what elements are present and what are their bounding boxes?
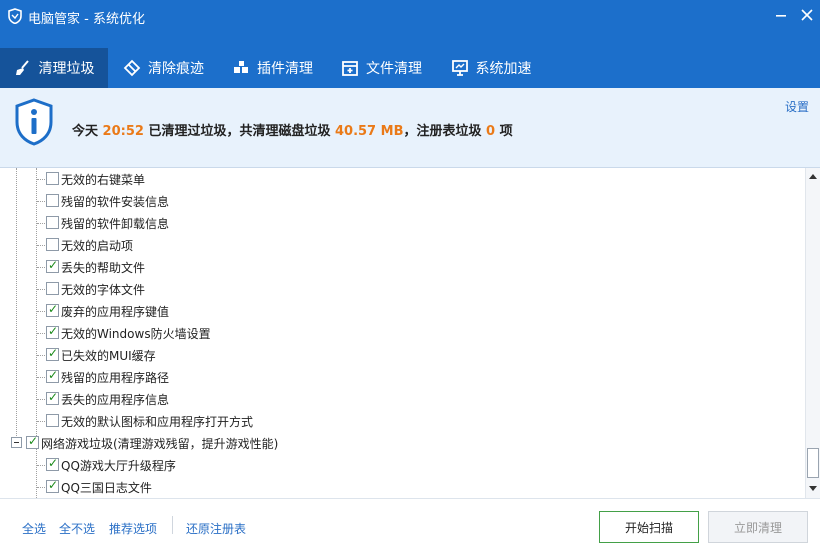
tree-item[interactable]: 无效的启动项 bbox=[0, 234, 800, 256]
summary-text: 今天 20:52 已清理过垃圾，共清理磁盘垃圾 40.57 MB，注册表垃圾 0… bbox=[72, 120, 513, 139]
item-checkbox[interactable] bbox=[46, 282, 59, 295]
monitor-icon bbox=[451, 60, 468, 76]
tab-clear-traces[interactable]: 清除痕迹 bbox=[110, 48, 217, 88]
item-label: 残留的软件卸载信息 bbox=[61, 217, 170, 231]
group-checkbox[interactable] bbox=[26, 434, 39, 449]
item-checkbox[interactable] bbox=[46, 346, 59, 361]
item-label: 无效的默认图标和应用程序打开方式 bbox=[61, 415, 254, 429]
tree-group-network-game[interactable]: 网络游戏垃圾(清理游戏残留，提升游戏性能) bbox=[0, 432, 800, 454]
title-bar: 电脑管家 - 系统优化 bbox=[0, 0, 820, 32]
select-all-link[interactable]: 全选 bbox=[22, 520, 46, 537]
tree-item[interactable]: QQ三国日志文件 bbox=[0, 476, 800, 498]
shield-info-icon bbox=[15, 98, 53, 146]
tree-item[interactable]: QQ游戏大厅升级程序 bbox=[0, 454, 800, 476]
tree-item[interactable]: 残留的软件安装信息 bbox=[0, 190, 800, 212]
footer-divider bbox=[172, 516, 173, 534]
item-label: QQ游戏大厅升级程序 bbox=[61, 459, 176, 473]
item-checkbox[interactable] bbox=[46, 324, 59, 339]
clean-time: 20:52 bbox=[102, 124, 144, 139]
collapse-toggle-icon[interactable] bbox=[11, 437, 22, 448]
item-label: 废弃的应用程序键值 bbox=[61, 305, 170, 319]
item-label: 无效的字体文件 bbox=[61, 283, 146, 297]
tab-clean-junk[interactable]: 清理垃圾 bbox=[0, 48, 108, 88]
tab-label: 系统加速 bbox=[475, 61, 532, 77]
tree-item[interactable]: 无效的右键菜单 bbox=[0, 168, 800, 190]
item-checkbox[interactable] bbox=[46, 302, 59, 317]
registry-junk-count: 0 bbox=[486, 124, 496, 139]
broom-icon bbox=[15, 60, 29, 75]
close-icon[interactable] bbox=[796, 4, 818, 26]
item-checkbox[interactable] bbox=[46, 258, 59, 273]
footer-bar: 全选 全不选 推荐选项 还原注册表 开始扫描 立即清理 bbox=[0, 498, 820, 552]
summary-part4: 项 bbox=[495, 124, 513, 139]
item-checkbox[interactable] bbox=[46, 238, 59, 251]
group-label: 网络游戏垃圾(清理游戏残留，提升游戏性能) bbox=[41, 437, 279, 451]
clean-now-button[interactable]: 立即清理 bbox=[708, 511, 808, 543]
tree-item[interactable]: 丢失的帮助文件 bbox=[0, 256, 800, 278]
tree-item[interactable]: 废弃的应用程序键值 bbox=[0, 300, 800, 322]
summary-part3: ，注册表垃圾 bbox=[403, 124, 487, 139]
item-label: QQ三国日志文件 bbox=[61, 481, 152, 495]
summary-part1: 今天 bbox=[72, 124, 103, 139]
summary-panel: 今天 20:52 已清理过垃圾，共清理磁盘垃圾 40.57 MB，注册表垃圾 0… bbox=[0, 88, 820, 168]
item-checkbox[interactable] bbox=[46, 390, 59, 405]
item-label: 丢失的帮助文件 bbox=[61, 261, 146, 275]
item-label: 已失效的MUI缓存 bbox=[61, 349, 156, 363]
disk-junk-size: 40.57 MB bbox=[334, 124, 404, 139]
item-checkbox[interactable] bbox=[46, 368, 59, 383]
tree-item[interactable]: 残留的软件卸载信息 bbox=[0, 212, 800, 234]
item-label: 无效的右键菜单 bbox=[61, 173, 146, 187]
tab-label: 清理垃圾 bbox=[38, 61, 95, 77]
item-checkbox[interactable] bbox=[46, 194, 59, 207]
scroll-down-icon[interactable] bbox=[809, 486, 817, 491]
item-label: 无效的Windows防火墙设置 bbox=[61, 327, 211, 341]
tab-label: 插件清理 bbox=[257, 61, 313, 77]
select-none-link[interactable]: 全不选 bbox=[59, 520, 95, 537]
start-scan-button[interactable]: 开始扫描 bbox=[599, 511, 699, 543]
minimize-icon[interactable] bbox=[770, 4, 792, 26]
item-checkbox[interactable] bbox=[46, 478, 59, 493]
tab-plugin-clean[interactable]: 插件清理 bbox=[219, 48, 326, 88]
tree-item[interactable]: 已失效的MUI缓存 bbox=[0, 344, 800, 366]
tree-item[interactable]: 无效的字体文件 bbox=[0, 278, 800, 300]
restore-registry-link[interactable]: 还原注册表 bbox=[186, 520, 246, 537]
tab-file-clean[interactable]: 文件清理 bbox=[328, 48, 435, 88]
tree-item[interactable]: 无效的默认图标和应用程序打开方式 bbox=[0, 410, 800, 432]
eraser-icon bbox=[123, 59, 141, 77]
tab-label: 文件清理 bbox=[366, 61, 422, 77]
summary-part2: 已清理过垃圾，共清理磁盘垃圾 bbox=[143, 124, 335, 139]
tab-label: 清除痕迹 bbox=[148, 61, 204, 77]
item-label: 丢失的应用程序信息 bbox=[61, 393, 170, 407]
scroll-thumb[interactable] bbox=[807, 448, 819, 478]
item-checkbox[interactable] bbox=[46, 216, 59, 229]
item-label: 残留的软件安装信息 bbox=[61, 195, 170, 209]
settings-link[interactable]: 设置 bbox=[785, 98, 809, 115]
file-box-icon bbox=[342, 61, 358, 76]
tree-item[interactable]: 丢失的应用程序信息 bbox=[0, 388, 800, 410]
tab-system-speedup[interactable]: 系统加速 bbox=[437, 48, 545, 88]
scroll-up-icon[interactable] bbox=[809, 174, 817, 179]
item-label: 残留的应用程序路径 bbox=[61, 371, 170, 385]
tree-item[interactable]: 无效的Windows防火墙设置 bbox=[0, 322, 800, 344]
item-checkbox[interactable] bbox=[46, 414, 59, 427]
vertical-scrollbar[interactable] bbox=[805, 168, 820, 498]
tab-bar: 清理垃圾 清除痕迹 插件清理 文件清理 系统加速 bbox=[0, 32, 820, 88]
tree-item[interactable]: 残留的应用程序路径 bbox=[0, 366, 800, 388]
item-label: 无效的启动项 bbox=[61, 239, 134, 253]
puzzle-icon bbox=[234, 61, 248, 73]
junk-tree-list: 无效的右键菜单 残留的软件安装信息 残留的软件卸载信息 无效的启动项 丢失的帮助… bbox=[0, 168, 805, 498]
item-checkbox[interactable] bbox=[46, 172, 59, 185]
recommended-link[interactable]: 推荐选项 bbox=[109, 520, 157, 537]
shield-logo-icon bbox=[8, 8, 22, 24]
window-title: 电脑管家 - 系统优化 bbox=[28, 12, 145, 27]
item-checkbox[interactable] bbox=[46, 456, 59, 471]
